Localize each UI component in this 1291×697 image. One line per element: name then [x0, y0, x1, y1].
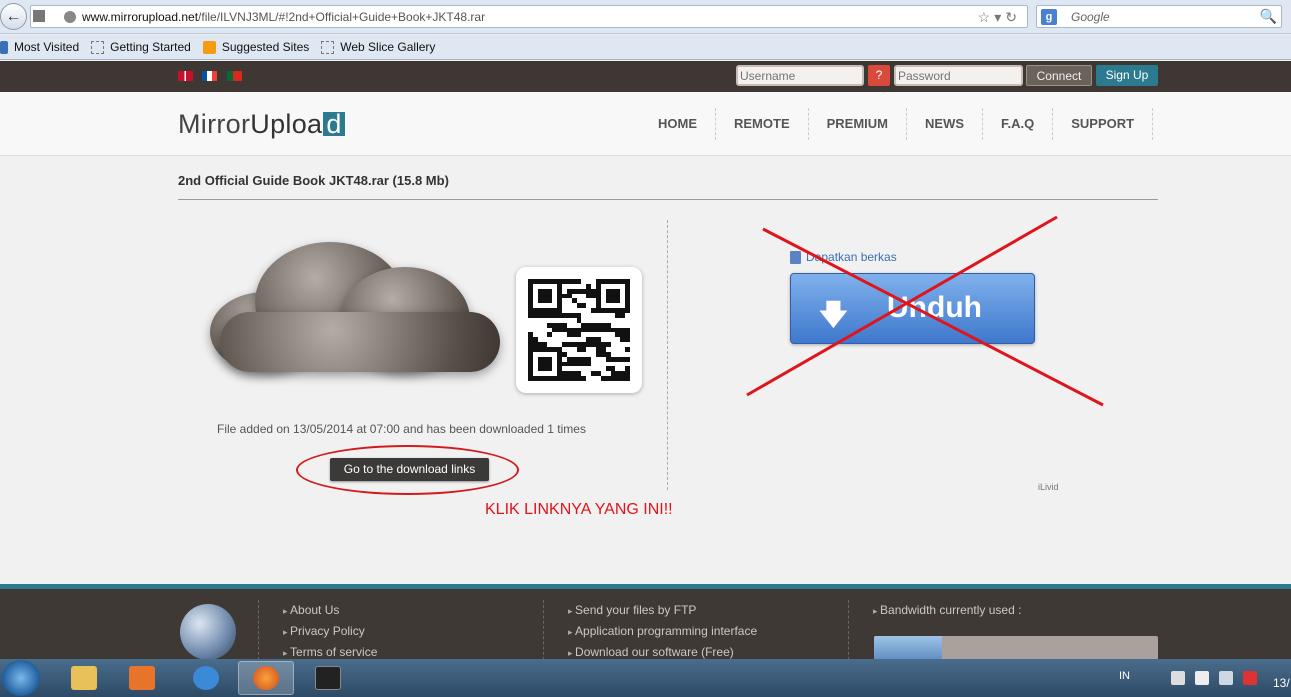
pt-flag-icon[interactable] — [227, 71, 242, 81]
bookmark-icon — [0, 40, 8, 54]
footer-link-privacy[interactable]: Privacy Policy — [283, 621, 377, 642]
volume-muted-icon[interactable] — [1243, 671, 1257, 685]
nav-support[interactable]: SUPPORT — [1053, 108, 1154, 140]
bookmark-suggested-sites[interactable]: Suggested Sites — [202, 40, 309, 54]
footer-link-about[interactable]: About Us — [283, 600, 377, 621]
action-center-icon[interactable] — [1171, 671, 1185, 685]
network-icon[interactable] — [1219, 671, 1233, 685]
uk-flag-icon[interactable] — [178, 71, 193, 81]
device-icon[interactable] — [1195, 671, 1209, 685]
start-button[interactable] — [2, 660, 40, 696]
reload-icon[interactable]: ↻ — [1005, 9, 1021, 25]
search-icon[interactable]: 🔍 — [1260, 8, 1277, 25]
taskbar: IN 13/ — [0, 659, 1291, 697]
page-icon — [33, 10, 45, 22]
suggested-sites-icon — [202, 40, 216, 54]
qr-code — [516, 267, 642, 393]
taskbar-ie[interactable] — [178, 661, 234, 695]
taskbar-app[interactable] — [300, 661, 356, 695]
footer-divider — [543, 600, 544, 660]
bookmark-star-icon[interactable]: ☆ — [978, 9, 995, 25]
google-icon[interactable]: g — [1041, 9, 1057, 25]
nav-premium[interactable]: PREMIUM — [809, 108, 908, 140]
footer-divider — [848, 600, 849, 660]
nav-news[interactable]: NEWS — [907, 108, 984, 140]
app-icon — [315, 666, 341, 690]
footer-links-col2: Send your files by FTP Application progr… — [568, 600, 757, 663]
language-indicator[interactable]: IN — [1119, 670, 1130, 682]
site-logo[interactable]: MirrorUploa d — [178, 109, 345, 140]
footer-links-col1: About Us Privacy Policy Terms of service — [283, 600, 377, 663]
column-divider — [667, 220, 668, 490]
search-placeholder: Google — [1071, 10, 1110, 24]
search-bar[interactable]: g Google 🔍 — [1036, 5, 1282, 28]
back-arrow-icon: ← — [5, 7, 22, 25]
footer-link-api[interactable]: Application programming interface — [568, 621, 757, 642]
media-player-icon — [129, 666, 155, 690]
password-input[interactable] — [894, 65, 1023, 86]
bookmark-icon — [91, 40, 105, 54]
internet-explorer-icon — [193, 666, 219, 690]
username-input[interactable] — [736, 65, 864, 86]
globe-icon — [180, 604, 236, 660]
help-button[interactable]: ? — [868, 65, 890, 86]
bookmark-icon — [321, 40, 335, 54]
bookmark-getting-started[interactable]: Getting Started — [91, 40, 191, 54]
ad-brand: iLivid — [1038, 482, 1059, 492]
site-header: MirrorUploa d HOME REMOTE PREMIUM NEWS F.… — [0, 92, 1291, 156]
connect-button[interactable]: Connect — [1026, 65, 1092, 86]
dropdown-icon[interactable]: ▾ — [994, 9, 1005, 25]
nav-faq[interactable]: F.A.Q — [983, 108, 1054, 140]
bandwidth-fill — [874, 636, 943, 660]
footer-link-ftp[interactable]: Send your files by FTP — [568, 600, 757, 621]
file-info: File added on 13/05/2014 at 07:00 and ha… — [217, 422, 586, 436]
bookmark-most-visited[interactable]: Most Visited — [0, 40, 79, 54]
bookmark-web-slice-gallery[interactable]: Web Slice Gallery — [321, 40, 435, 54]
folder-icon — [71, 666, 97, 690]
firefox-icon — [253, 666, 279, 690]
browser-toolbar: ← www.mirrorupload.net/file/ILVNJ3ML/#!2… — [0, 0, 1291, 34]
url-actions: ☆▾↻ — [978, 9, 1021, 26]
signup-button[interactable]: Sign Up — [1096, 65, 1158, 86]
file-title: 2nd Official Guide Book JKT48.rar (15.8 … — [178, 173, 449, 188]
taskbar-media-player[interactable] — [114, 661, 170, 695]
nav-remote[interactable]: REMOTE — [716, 108, 809, 140]
bandwidth-label: Bandwidth currently used : — [873, 600, 1021, 621]
red-x-annotation — [746, 215, 1104, 407]
taskbar-firefox[interactable] — [238, 661, 294, 695]
cloud-icon — [200, 222, 530, 392]
main-nav: HOME REMOTE PREMIUM NEWS F.A.Q SUPPORT — [640, 108, 1154, 140]
annotation-note: KLIK LINKNYA YANG INI!! — [485, 501, 673, 518]
bandwidth-section: Bandwidth currently used : — [873, 600, 1021, 621]
footer-divider — [258, 600, 259, 660]
site-topbar: ? Connect Sign Up — [0, 61, 1291, 92]
taskbar-explorer[interactable] — [56, 661, 112, 695]
download-links-button[interactable]: Go to the download links — [330, 458, 489, 481]
address-bar[interactable]: www.mirrorupload.net/file/ILVNJ3ML/#!2nd… — [30, 5, 1028, 28]
clock[interactable]: 13/ — [1273, 676, 1290, 690]
site-globe-icon — [64, 11, 76, 23]
bookmarks-toolbar: Most Visited Getting Started Suggested S… — [0, 35, 1291, 60]
nav-home[interactable]: HOME — [640, 108, 716, 140]
back-button[interactable]: ← — [0, 3, 27, 30]
title-divider — [178, 199, 1158, 200]
bandwidth-bar — [874, 636, 1158, 660]
url-text: www.mirrorupload.net/file/ILVNJ3ML/#!2nd… — [82, 10, 486, 24]
fr-flag-icon[interactable] — [202, 71, 217, 81]
